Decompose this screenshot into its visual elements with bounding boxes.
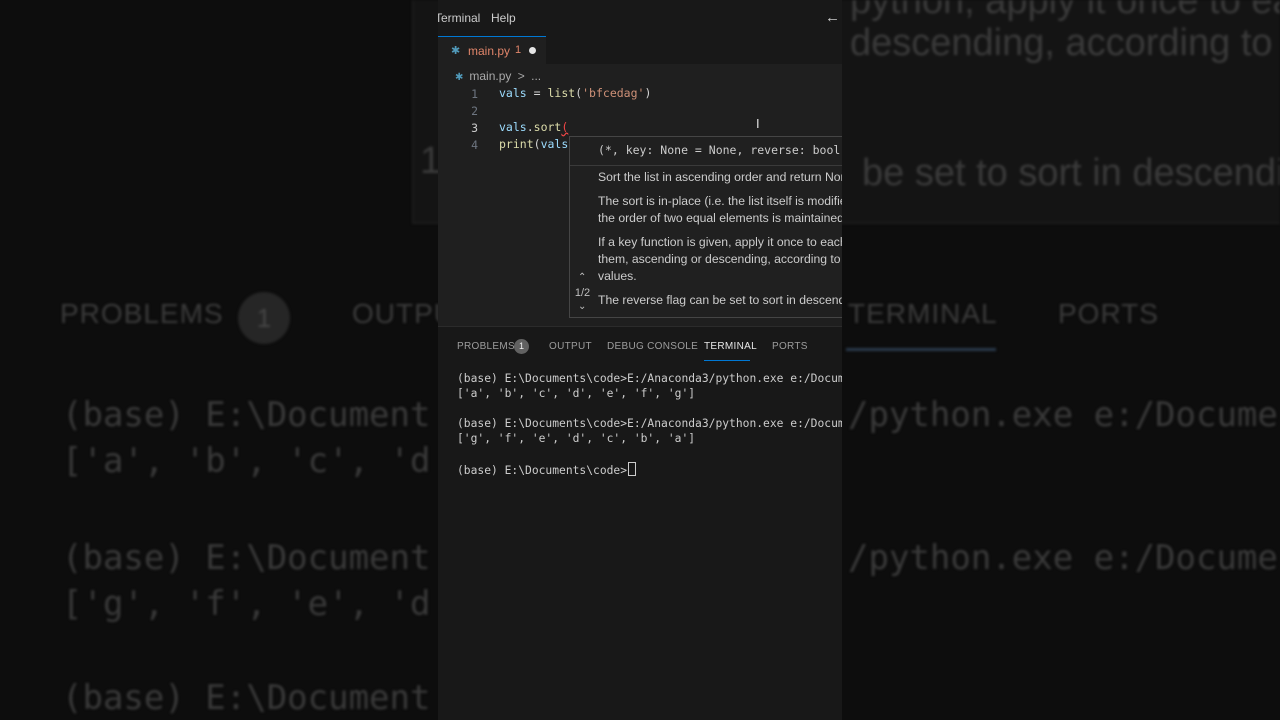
bottom-panel: PROBLEMS 1 OUTPUT DEBUG CONSOLE TERMINAL… <box>438 326 842 720</box>
tab-main-py[interactable]: ✱ main.py 1 <box>438 36 546 64</box>
tab-debug-console[interactable]: DEBUG CONSOLE <box>607 341 698 352</box>
error-paren: ( <box>561 120 569 134</box>
line-number: 4 <box>471 138 478 152</box>
code-token: print <box>499 137 534 151</box>
line-number-active: 3 <box>471 121 478 135</box>
bg-term-right-1: /python.exe e:/Docume <box>848 395 1278 435</box>
bg-hover-text-low: be set to sort in descending <box>862 152 1280 194</box>
back-arrow-icon[interactable]: ← <box>825 9 840 26</box>
bg-problems-badge: 1 <box>238 292 290 344</box>
editor-tab-bar: ✱ main.py 1 <box>438 36 842 65</box>
tab-filename: main.py <box>468 44 511 58</box>
bg-term-line-3: (base) E:\Document <box>62 678 431 718</box>
popup-divider <box>570 165 842 166</box>
code-editor[interactable]: ✱ main.py > ... 1 2 3 4 vals = list('bfce… <box>438 64 842 326</box>
bg-hover-text-top: python, apply it once to each <box>850 0 1280 22</box>
line-number: 1 <box>471 87 478 101</box>
code-line-4[interactable]: print(vals <box>499 137 568 151</box>
tab-problems[interactable]: PROBLEMS <box>457 341 515 352</box>
doc-line: The sort is in-place (i.e. the list itse… <box>598 194 842 208</box>
code-token: = <box>526 86 548 100</box>
bg-tab-ports: PORTS <box>1058 298 1159 329</box>
code-token: ) <box>644 86 652 100</box>
doc-line: values. <box>598 269 637 283</box>
tab-ports[interactable]: PORTS <box>772 341 808 352</box>
bg-tab-underline <box>846 348 996 351</box>
bg-term-line-2: (base) E:\Document <box>62 538 431 578</box>
python-file-icon: ✱ <box>451 45 461 57</box>
code-token: 'bfcedag' <box>582 86 645 100</box>
doc-line: them, ascending or descending, according… <box>598 252 842 266</box>
code-token: vals <box>499 86 527 100</box>
doc-line: Sort the list in ascending order and ret… <box>598 170 842 184</box>
terminal-line: (base) E:\Documents\code>E:/Anaconda3/py… <box>457 417 842 430</box>
terminal-line: ['a', 'b', 'c', 'd', 'e', 'f', 'g'] <box>457 387 696 400</box>
active-tab-underline <box>704 360 750 361</box>
code-token: . <box>526 120 534 134</box>
breadcrumb-more[interactable]: ... <box>531 69 541 83</box>
menu-bar: Terminal Help ← <box>438 0 842 36</box>
chevron-up-icon[interactable]: ⌃ <box>578 272 586 283</box>
menu-help[interactable]: Help <box>491 11 516 25</box>
code-line-3[interactable]: vals.sort( <box>499 120 568 134</box>
bg-term-right-2: /python.exe e:/Docume <box>848 538 1278 578</box>
problems-count-badge: 1 <box>514 339 529 354</box>
tab-terminal[interactable]: TERMINAL <box>704 341 757 352</box>
bg-term-list-1: ['a', 'b', 'c', 'd <box>62 441 431 481</box>
signature-text: (*, key: None = None, reverse: bool <box>598 143 841 157</box>
terminal-line: (base) E:\Documents\code>E:/Anaconda3/py… <box>457 372 842 385</box>
bg-term-line-1: (base) E:\Document <box>62 395 431 435</box>
chevron-down-icon[interactable]: ⌄ <box>578 301 586 312</box>
terminal-line: ['g', 'f', 'e', 'd', 'c', 'b', 'a'] <box>457 432 696 445</box>
unsaved-dot-icon[interactable] <box>529 47 536 54</box>
code-token: vals <box>499 120 527 134</box>
vscode-window: Terminal Help ← ✱ main.py 1 ✱ main.py > .… <box>438 0 842 720</box>
breadcrumb: ✱ main.py > ... <box>455 69 541 83</box>
bg-tab-problems: PROBLEMS <box>60 298 224 329</box>
code-line-1[interactable]: vals = list('bfcedag') <box>499 86 651 100</box>
bg-hover-text-mid: descending, according to <box>850 22 1273 64</box>
signature-help-popup[interactable]: (*, key: None = None, reverse: bool Sort… <box>569 136 842 318</box>
terminal-prompt-text: (base) E:\Documents\code> <box>457 464 628 477</box>
bg-term-list-2: ['g', 'f', 'e', 'd <box>62 584 431 624</box>
breadcrumb-separator: > <box>517 69 525 83</box>
line-number: 2 <box>471 104 478 118</box>
tab-output[interactable]: OUTPUT <box>549 341 592 352</box>
tab-problem-count: 1 <box>515 44 522 56</box>
code-token: sort <box>533 120 562 134</box>
code-token: vals <box>540 137 569 151</box>
bg-tab-terminal: TERMINAL <box>848 298 998 329</box>
code-token: ( <box>533 137 541 151</box>
doc-line: The reverse flag can be set to sort in d… <box>598 293 842 307</box>
mouse-ibeam-icon: I <box>756 116 760 131</box>
terminal-cursor <box>628 462 637 476</box>
breadcrumb-file[interactable]: main.py <box>469 69 511 83</box>
doc-line: If a key function is given, apply it onc… <box>598 235 842 249</box>
python-file-icon: ✱ <box>455 72 464 83</box>
terminal-prompt[interactable]: (base) E:\Documents\code> <box>457 462 637 477</box>
code-token: list <box>547 86 576 100</box>
overload-counter: 1/2 <box>574 287 591 299</box>
doc-line: the order of two equal elements is maint… <box>598 211 842 225</box>
menu-terminal[interactable]: Terminal <box>438 11 480 25</box>
